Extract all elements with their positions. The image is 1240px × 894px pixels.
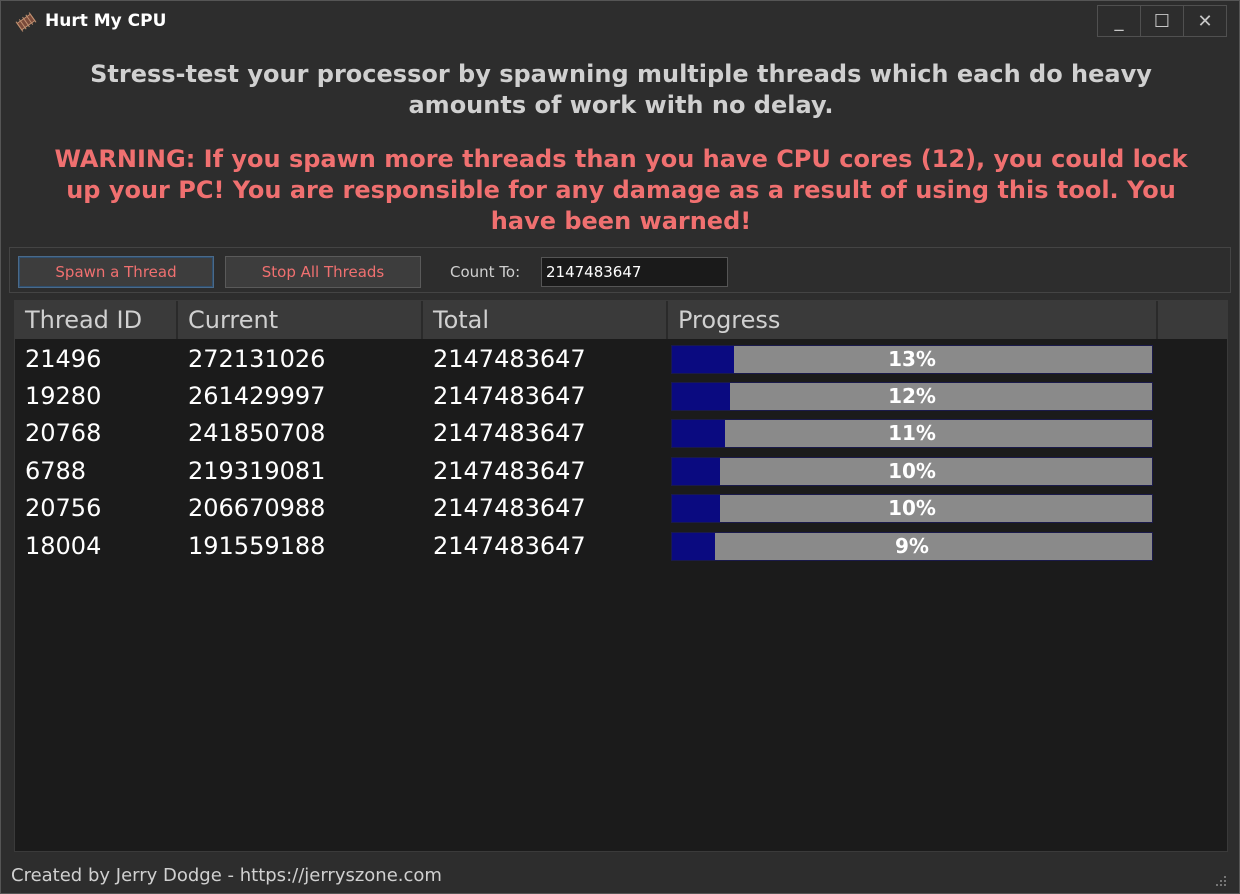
table-row[interactable]: 20768 241850708 2147483647 11% (15, 415, 1227, 452)
table-row[interactable]: 18004 191559188 2147483647 9% (15, 528, 1227, 565)
minimize-button[interactable]: _ (1098, 6, 1140, 36)
intro-text: Stress-test your processor by spawning m… (90, 60, 1152, 119)
table-row[interactable]: 6788 219319081 2147483647 10% (15, 453, 1227, 490)
count-to-input[interactable] (541, 257, 728, 287)
thread-id-cell: 6788 (25, 457, 87, 485)
close-button[interactable]: ✕ (1183, 6, 1226, 36)
progress-label: 11% (888, 421, 936, 445)
total-cell: 2147483647 (433, 345, 586, 373)
total-cell: 2147483647 (433, 419, 586, 447)
thread-id-cell: 20756 (25, 494, 102, 522)
progress-bar: 12% (671, 382, 1153, 411)
column-header-total[interactable]: Total (423, 301, 668, 339)
progress-bar: 11% (671, 419, 1153, 448)
warning-text: WARNING: If you spawn more threads than … (54, 145, 1188, 235)
table-row[interactable]: 19280 261429997 2147483647 12% (15, 378, 1227, 415)
resize-grip-icon[interactable] (1215, 875, 1227, 887)
progress-label: 12% (888, 384, 936, 408)
total-cell: 2147483647 (433, 382, 586, 410)
thread-id-cell: 20768 (25, 419, 102, 447)
table-row[interactable]: 21496 272131026 2147483647 13% (15, 341, 1227, 378)
thread-id-cell: 18004 (25, 532, 102, 560)
toolbar: Spawn a Thread Stop All Threads Count To… (9, 247, 1231, 293)
progress-label: 10% (888, 496, 936, 520)
current-cell: 206670988 (188, 494, 326, 522)
thread-id-cell: 19280 (25, 382, 102, 410)
status-bar: Created by Jerry Dodge - https://jerrysz… (1, 857, 1239, 893)
thread-table[interactable]: Thread ID Current Total Progress 21496 2… (14, 300, 1228, 852)
column-header-filler (1158, 301, 1227, 339)
progress-bar: 9% (671, 532, 1153, 561)
spawn-thread-button[interactable]: Spawn a Thread (18, 256, 214, 288)
status-text: Created by Jerry Dodge - https://jerrysz… (11, 865, 442, 886)
total-cell: 2147483647 (433, 494, 586, 522)
progress-label: 13% (888, 347, 936, 371)
window-title: Hurt My CPU (45, 11, 167, 31)
app-window: Hurt My CPU _ ☐ ✕ Stress-test your proce… (0, 0, 1240, 894)
total-cell: 2147483647 (433, 532, 586, 560)
progress-bar: 10% (671, 494, 1153, 523)
column-header-thread-id[interactable]: Thread ID (15, 301, 178, 339)
current-cell: 261429997 (188, 382, 326, 410)
column-header-progress[interactable]: Progress (668, 301, 1158, 339)
current-cell: 219319081 (188, 457, 326, 485)
count-to-label: Count To: (450, 263, 521, 281)
window-controls: _ ☐ ✕ (1097, 5, 1227, 37)
progress-label: 9% (895, 534, 929, 558)
current-cell: 272131026 (188, 345, 326, 373)
progress-bar: 10% (671, 457, 1153, 486)
current-cell: 191559188 (188, 532, 326, 560)
table-row[interactable]: 20756 206670988 2147483647 10% (15, 490, 1227, 527)
table-header: Thread ID Current Total Progress (15, 301, 1227, 339)
stop-all-threads-button[interactable]: Stop All Threads (225, 256, 421, 288)
progress-bar: 13% (671, 345, 1153, 374)
progress-label: 10% (888, 459, 936, 483)
maximize-button[interactable]: ☐ (1140, 6, 1183, 36)
total-cell: 2147483647 (433, 457, 586, 485)
column-header-current[interactable]: Current (178, 301, 423, 339)
thread-id-cell: 21496 (25, 345, 102, 373)
current-cell: 241850708 (188, 419, 326, 447)
cpu-icon (15, 12, 37, 32)
title-bar[interactable]: Hurt My CPU _ ☐ ✕ (1, 1, 1239, 41)
